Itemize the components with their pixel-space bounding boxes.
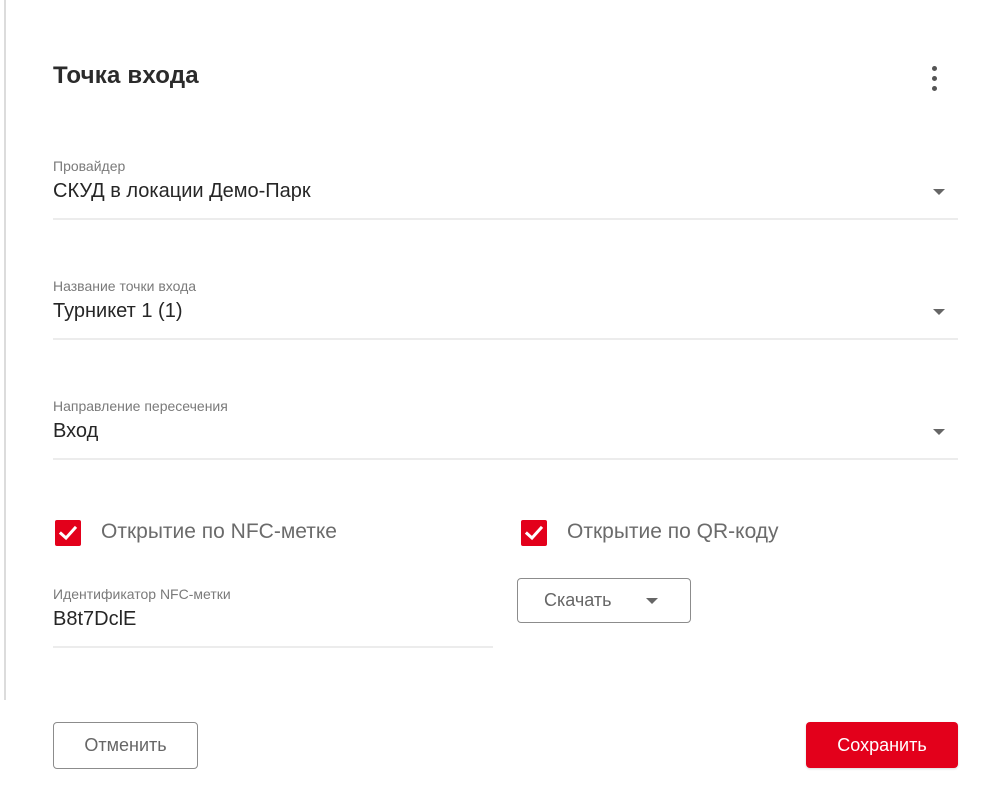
provider-label: Провайдер: [53, 158, 126, 174]
entry-point-name-select[interactable]: Название точки входа Турникет 1 (1): [53, 278, 958, 340]
download-button-label: Скачать: [544, 590, 612, 610]
entry-point-name-label: Название точки входа: [53, 278, 197, 294]
checkmark-icon: [58, 525, 78, 541]
nfc-id-label: Идентификатор NFC-метки: [53, 586, 231, 602]
save-button[interactable]: Сохранить: [806, 722, 958, 768]
nfc-id-field[interactable]: Идентификатор NFC-метки B8t7DclE: [53, 586, 493, 648]
nfc-open-label: Открытие по NFC-метке: [101, 520, 337, 543]
nfc-open-checkbox[interactable]: [55, 520, 81, 546]
chevron-down-icon: [933, 189, 945, 195]
more-vertical-icon[interactable]: [921, 64, 949, 94]
entry-point-dialog: Точка входа Провайдер СКУД в локации Дем…: [0, 0, 997, 810]
direction-select[interactable]: Направление пересечения Вход: [53, 398, 958, 460]
chevron-down-icon: [933, 429, 945, 435]
entry-point-name-value: Турникет 1 (1): [53, 300, 183, 322]
nfc-id-value[interactable]: B8t7DclE: [53, 608, 136, 631]
chevron-down-icon: [933, 309, 945, 315]
nfc-open-checkbox-row[interactable]: Открытие по NFC-метке: [55, 520, 385, 548]
provider-select[interactable]: Провайдер СКУД в локации Демо-Парк: [53, 158, 958, 220]
direction-label: Направление пересечения: [53, 398, 228, 414]
qr-open-checkbox-row[interactable]: Открытие по QR-коду: [521, 520, 821, 548]
checkmark-icon: [524, 525, 544, 541]
cancel-button[interactable]: Отменить: [53, 722, 198, 769]
dialog-title: Точка входа: [53, 62, 199, 89]
qr-open-checkbox[interactable]: [521, 520, 547, 546]
qr-open-label: Открытие по QR-коду: [567, 520, 779, 543]
chevron-down-icon: [646, 598, 658, 604]
provider-value: СКУД в локации Демо-Парк: [53, 180, 311, 202]
page: Точка входа Провайдер СКУД в локации Дем…: [0, 0, 997, 810]
download-button[interactable]: Скачать: [517, 578, 691, 623]
direction-value: Вход: [53, 420, 99, 442]
